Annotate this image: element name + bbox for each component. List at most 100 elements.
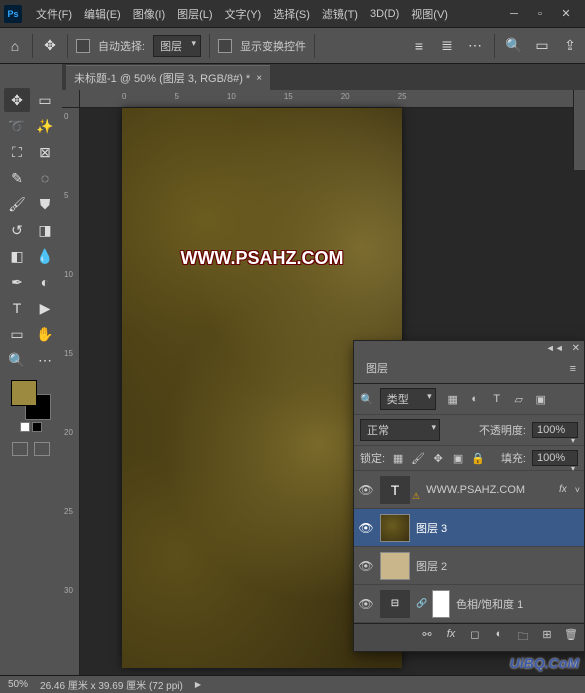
selection-tool[interactable]: ◌ (32, 166, 58, 190)
close-tab-icon[interactable]: × (256, 73, 262, 84)
filter-shape-icon[interactable]: ▱ (512, 392, 526, 406)
frame-tool[interactable]: ⊠ (32, 140, 58, 164)
shape-tool[interactable]: ▭ (4, 322, 30, 346)
visibility-toggle[interactable]: 👁 (358, 597, 374, 611)
status-disclosure-icon[interactable]: ▶ (195, 680, 201, 689)
show-transform-checkbox[interactable] (218, 39, 232, 53)
eraser-tool[interactable]: ◨ (32, 218, 58, 242)
lasso-tool[interactable]: ➰ (4, 114, 30, 138)
add-mask-icon[interactable]: ◻ (468, 628, 482, 647)
edit-toolbar[interactable]: ⋯ (32, 348, 58, 372)
document-tab[interactable]: 未标题-1 @ 50% (图层 3, RGB/8#) * × (66, 65, 270, 90)
fx-badge[interactable]: fx (559, 484, 567, 495)
collapse-panel-icon[interactable]: ◄◄ (546, 343, 564, 353)
add-adjustment-icon[interactable]: ◐ (492, 628, 506, 647)
layer-name[interactable]: 图层 2 (416, 558, 580, 574)
share-icon[interactable]: ⇪ (561, 37, 579, 55)
crop-tool[interactable]: ⛶ (4, 140, 30, 164)
layers-tab[interactable]: 图层 (358, 355, 396, 383)
visibility-toggle[interactable]: 👁 (358, 483, 374, 497)
zoom-level[interactable]: 50% (8, 679, 28, 690)
layer-thumbnail-type[interactable]: T (380, 476, 410, 504)
lock-transparent-icon[interactable]: ▦ (391, 452, 405, 465)
close-panel-icon[interactable]: ✕ (572, 343, 580, 354)
adjustment-icon[interactable]: ⊟ (380, 590, 410, 618)
menu-select[interactable]: 选择(S) (267, 2, 316, 26)
magic-wand-tool[interactable]: ✨ (32, 114, 58, 138)
panel-menu-icon[interactable]: ≡ (566, 359, 580, 379)
canvas-text-layer[interactable]: WWW.PSAHZ.COM (181, 248, 344, 269)
lock-all-icon[interactable]: 🔒 (471, 452, 485, 465)
menu-type[interactable]: 文字(Y) (219, 2, 268, 26)
auto-select-mode-dropdown[interactable]: 图层 (153, 35, 201, 57)
align-icon[interactable]: ≡ (410, 37, 428, 55)
history-brush-tool[interactable]: ↺ (4, 218, 30, 242)
menu-layer[interactable]: 图层(L) (171, 2, 218, 26)
move-tool[interactable]: ✥ (4, 88, 30, 112)
path-select-tool[interactable]: ▶ (32, 296, 58, 320)
layer-name[interactable]: 图层 3 (416, 520, 580, 536)
lock-image-icon[interactable]: 🖌 (411, 452, 425, 465)
layer-name[interactable]: 色相/饱和度 1 (456, 596, 580, 612)
menu-3d[interactable]: 3D(D) (364, 4, 405, 24)
layer-thumbnail[interactable] (380, 552, 410, 580)
layer-item[interactable]: 👁 图层 2 (354, 547, 584, 585)
layer-name[interactable]: WWW.PSAHZ.COM (426, 484, 553, 496)
type-tool[interactable]: T (4, 296, 30, 320)
filter-smart-icon[interactable]: ▣ (534, 392, 548, 406)
close-button[interactable]: ✕ (559, 7, 573, 21)
visibility-toggle[interactable]: 👁 (358, 559, 374, 573)
layer-style-icon[interactable]: fx (444, 628, 458, 647)
ruler-origin[interactable] (62, 90, 80, 108)
search-icon[interactable]: 🔍 (505, 37, 523, 55)
swatch-switch[interactable] (20, 422, 42, 432)
opacity-input[interactable]: 100% (532, 422, 578, 438)
filter-type-dropdown[interactable]: 类型 (380, 388, 436, 410)
link-layers-icon[interactable]: ⚯ (420, 628, 434, 647)
maximize-button[interactable]: ▫ (533, 7, 547, 21)
blur-tool[interactable]: 💧 (32, 244, 58, 268)
color-swatches[interactable] (11, 380, 51, 420)
lock-artboard-icon[interactable]: ▣ (451, 452, 465, 465)
gradient-tool[interactable]: ◧ (4, 244, 30, 268)
foreground-color[interactable] (11, 380, 37, 406)
home-icon[interactable]: ⌂ (6, 37, 24, 55)
layer-thumbnail[interactable] (380, 514, 410, 542)
brush-tool[interactable]: 🖌 (4, 192, 30, 216)
lock-position-icon[interactable]: ✥ (431, 452, 445, 465)
minimize-button[interactable]: ─ (507, 7, 521, 21)
ruler-vertical[interactable]: 0 5 10 15 20 25 30 (62, 108, 80, 675)
dodge-tool[interactable]: ◐ (32, 270, 58, 294)
fx-expand-icon[interactable]: ˅ (575, 485, 580, 495)
document-size[interactable]: 26.46 厘米 x 39.69 厘米 (72 ppi) (40, 677, 183, 692)
delete-layer-icon[interactable]: 🗑 (564, 628, 578, 647)
pen-tool[interactable]: ✒ (4, 270, 30, 294)
new-layer-icon[interactable]: ⊞ (540, 628, 554, 647)
menu-file[interactable]: 文件(F) (30, 2, 78, 26)
align-icon[interactable]: ≣ (438, 37, 456, 55)
layer-mask-thumbnail[interactable] (432, 590, 450, 618)
visibility-toggle[interactable]: 👁 (358, 521, 374, 535)
search-icon[interactable]: 🔍 (360, 393, 374, 406)
fill-input[interactable]: 100% (532, 450, 578, 466)
filter-type-icon[interactable]: T (490, 392, 504, 406)
filter-adjustment-icon[interactable]: ◐ (468, 392, 482, 406)
ruler-horizontal[interactable]: 0 5 10 15 20 25 (80, 90, 585, 108)
blend-mode-dropdown[interactable]: 正常 (360, 419, 440, 441)
move-tool-icon[interactable]: ✥ (41, 37, 59, 55)
marquee-tool[interactable]: ▭ (32, 88, 58, 112)
menu-image[interactable]: 图像(I) (127, 2, 171, 26)
layer-item-adjustment[interactable]: 👁 ⊟ 🔗 色相/饱和度 1 (354, 585, 584, 623)
layer-item[interactable]: 👁 图层 3 (354, 509, 584, 547)
auto-select-checkbox[interactable] (76, 39, 90, 53)
arrange-icon[interactable]: ▭ (533, 37, 551, 55)
new-group-icon[interactable]: 🗀 (516, 628, 530, 647)
mask-mode-toggle[interactable] (12, 442, 50, 456)
clone-stamp-tool[interactable]: ⛊ (32, 192, 58, 216)
eyedropper-tool[interactable]: ✎ (4, 166, 30, 190)
distribute-icon[interactable]: ⋯ (466, 37, 484, 55)
filter-pixel-icon[interactable]: ▦ (446, 392, 460, 406)
zoom-tool[interactable]: 🔍 (4, 348, 30, 372)
menu-view[interactable]: 视图(V) (405, 2, 454, 26)
hand-tool[interactable]: ✋ (32, 322, 58, 346)
